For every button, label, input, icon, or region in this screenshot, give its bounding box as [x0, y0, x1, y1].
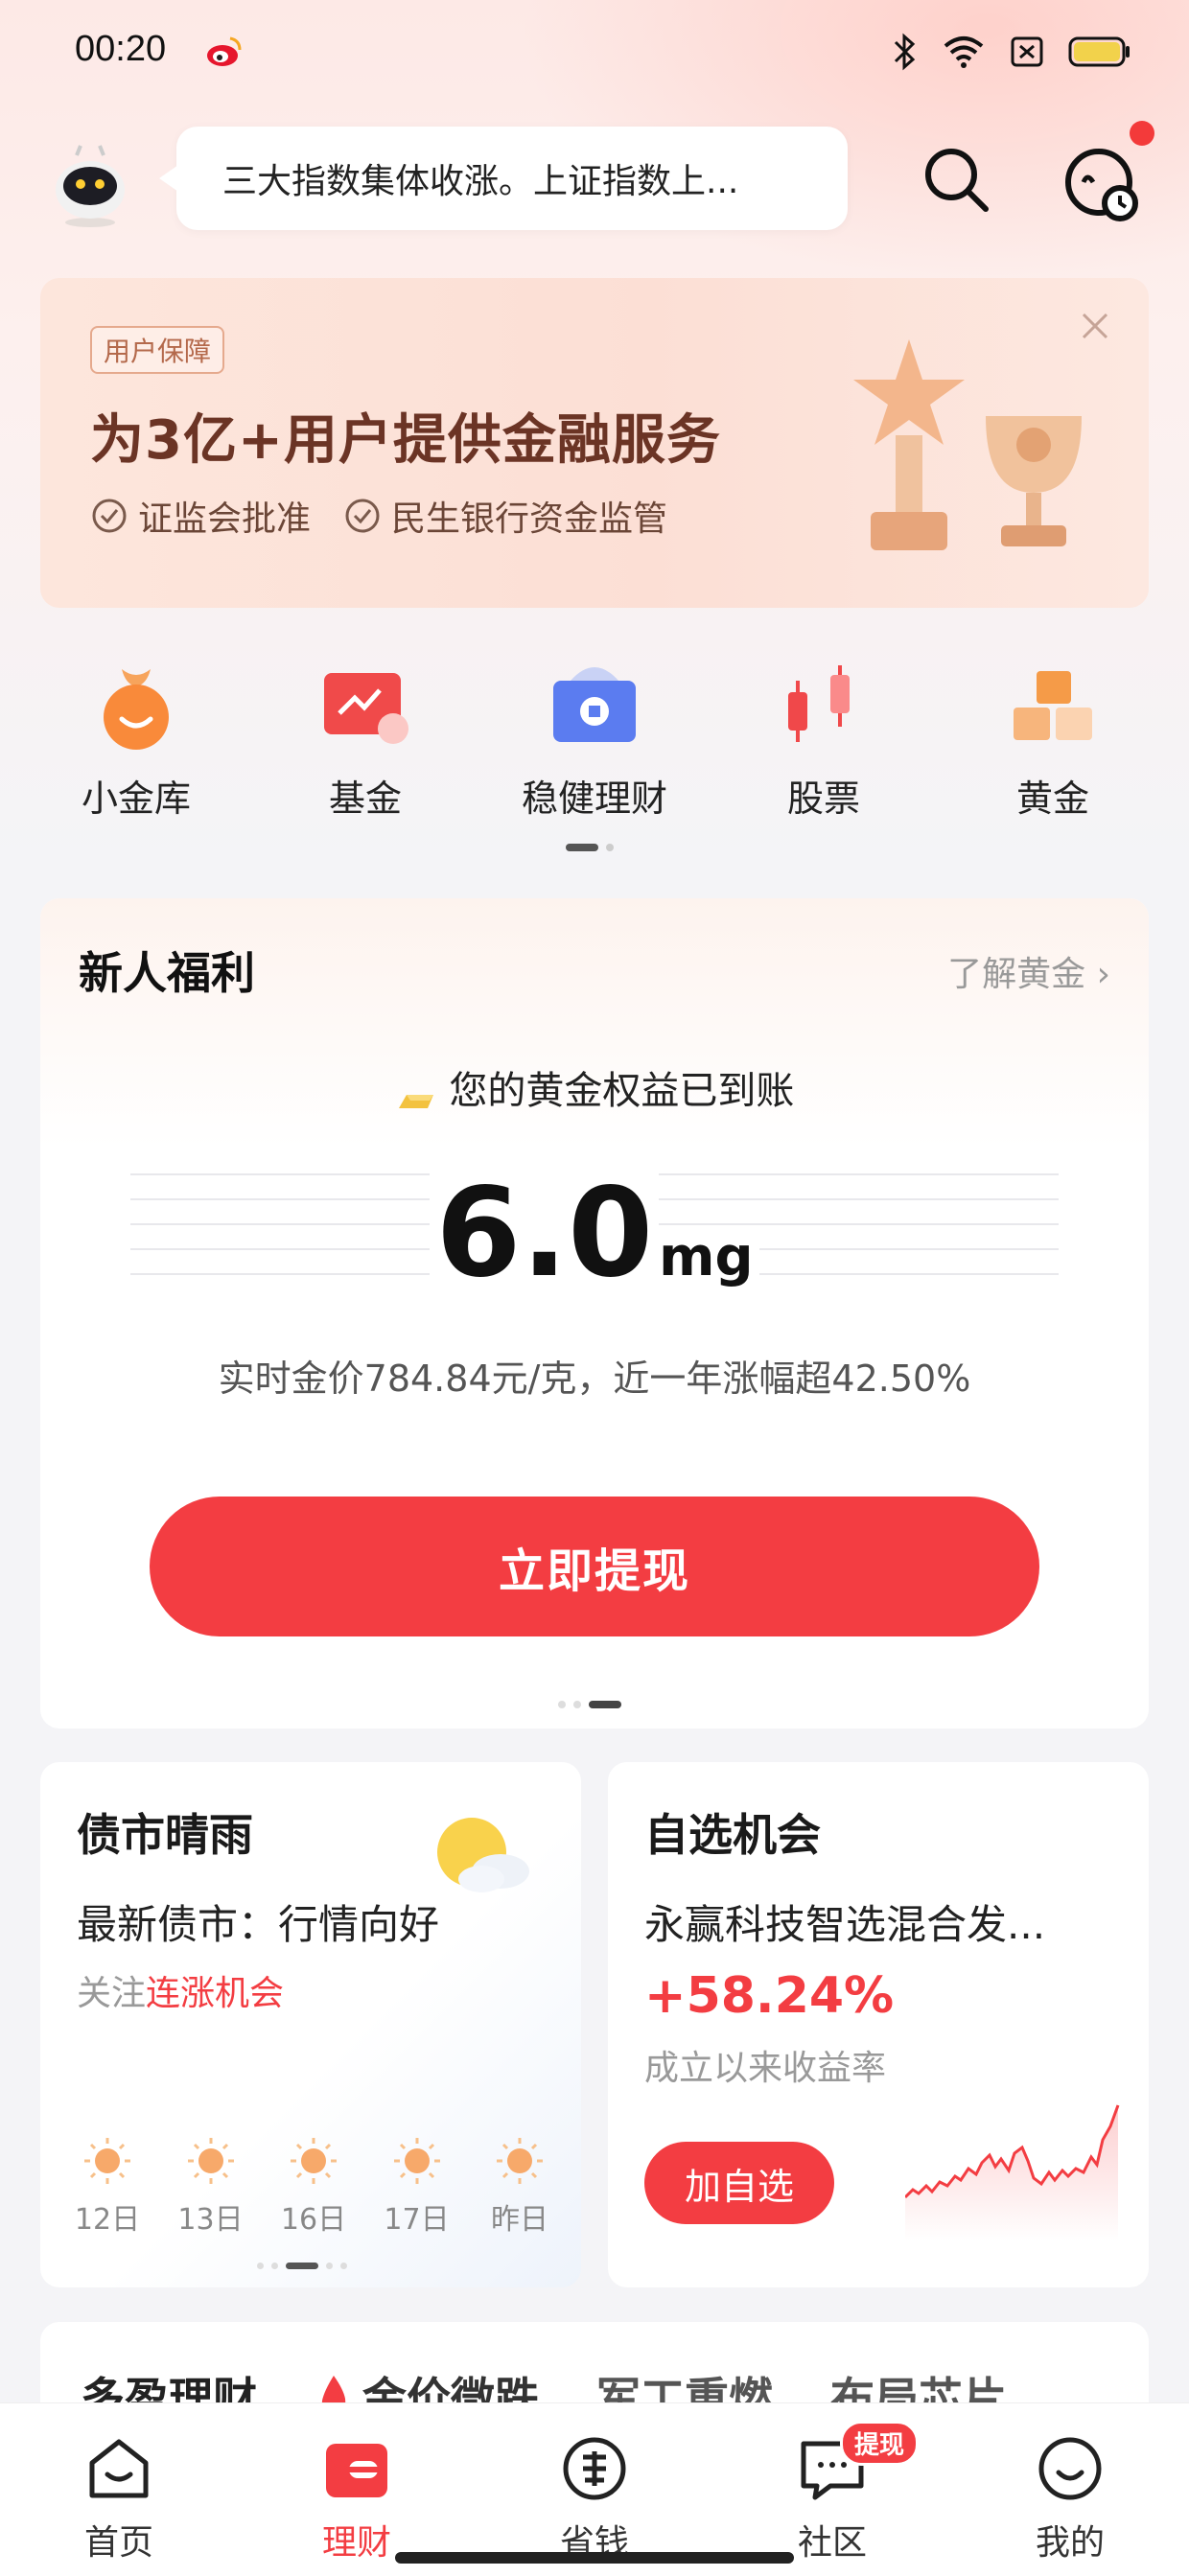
market-ticker-bubble[interactable]: 三大指数集体收涨。上证指数上...	[159, 127, 848, 230]
sun-icon	[291, 2138, 337, 2184]
quick-item-vault[interactable]: 小金库	[40, 652, 232, 824]
gold-amount-unit: mg	[659, 1226, 759, 1288]
home-icon	[89, 2439, 149, 2498]
robot-assistant-icon[interactable]	[42, 134, 138, 230]
sim-off-icon	[1011, 36, 1043, 67]
wifi-icon	[944, 36, 984, 68]
tab-label: 我的	[1035, 2523, 1105, 2563]
fund-return-rate: +58.24%	[644, 1967, 895, 2025]
coupon-icon	[563, 2437, 626, 2500]
tab-label: 首页	[83, 2523, 153, 2563]
status-bar: 00:20	[0, 0, 1189, 105]
day-item: 12日	[69, 2132, 146, 2238]
quick-item-gold[interactable]: 黄金	[957, 652, 1149, 824]
sun-icon	[497, 2138, 543, 2184]
tab-mine[interactable]: 我的	[974, 2432, 1166, 2576]
quick-entries: 小金库 基金 稳健理财 股票 黄金	[40, 652, 1149, 824]
home-indicator[interactable]	[395, 2552, 794, 2564]
fund-return-label: 成立以来收益率	[644, 2049, 887, 2088]
profile-icon	[1038, 2437, 1102, 2500]
bond-title: 债市晴雨	[77, 1809, 253, 1861]
bottom-tab-bar: 首页 理财 省钱 社区 提现 我的	[0, 2402, 1189, 2576]
quick-item-fund[interactable]: 基金	[269, 652, 461, 824]
sun-icon	[393, 2138, 440, 2184]
badge-label: 证监会批准	[138, 499, 312, 539]
check-circle-icon	[345, 499, 380, 533]
quick-label: 股票	[786, 777, 860, 820]
trophy-icon	[853, 339, 1082, 550]
banner-title: 为3亿+用户提供金融服务	[90, 409, 721, 472]
quick-item-stable[interactable]: 稳健理财	[499, 652, 690, 824]
card-title: 新人福利	[79, 947, 255, 999]
gold-amount-value: 6.0	[430, 1162, 660, 1305]
day-item: 16日	[275, 2132, 352, 2238]
battery-icon	[1068, 36, 1130, 67]
badge-csrc: 证监会批准	[90, 491, 311, 541]
shield-wallet-icon	[553, 667, 636, 742]
status-time: 00:20	[75, 29, 167, 69]
day-item: 13日	[173, 2132, 249, 2238]
sun-icon	[187, 2138, 234, 2184]
quick-item-stock[interactable]: 股票	[728, 652, 920, 824]
fund-chart-icon	[324, 673, 408, 744]
bluetooth-icon	[894, 33, 916, 71]
message-icon[interactable]	[1061, 140, 1147, 226]
fund-name: 永赢科技智选混合发...	[644, 1901, 1046, 1948]
status-icons	[890, 33, 1131, 71]
bond-status: 最新债市：行情向好	[77, 1901, 440, 1948]
candlestick-icon	[788, 665, 850, 742]
gold-bar-icon	[395, 1079, 437, 1108]
quick-label: 小金库	[81, 777, 191, 820]
new-user-card[interactable]: 新人福利 了解黄金 › 您的黄金权益已到账 6.0 mg 实时金价784.84元/…	[40, 898, 1149, 1729]
bond-tip: 关注连涨机会	[77, 1974, 285, 2013]
withdraw-button[interactable]: 立即提现	[150, 1497, 1039, 1636]
badge-bank: 民生银行资金监管	[343, 491, 667, 541]
day-item: 昨日	[481, 2132, 558, 2238]
learn-gold-link[interactable]: 了解黄金 ›	[947, 946, 1110, 996]
tab-home[interactable]: 首页	[23, 2432, 215, 2576]
quick-page-indicator	[566, 844, 614, 851]
wallet-icon	[326, 2444, 387, 2497]
bond-market-card[interactable]: 债市晴雨 最新债市：行情向好 关注连涨机会 12日 13日 16日 17日 昨日	[40, 1762, 581, 2287]
gold-bars-icon	[1014, 671, 1092, 740]
piggy-bag-icon	[104, 669, 169, 750]
check-circle-icon	[92, 499, 127, 533]
sun-icon	[84, 2138, 130, 2184]
quick-label: 稳健理财	[521, 777, 667, 820]
gold-price-text: 实时金价784.84元/克，近一年涨幅超42.50%	[218, 1358, 971, 1400]
gold-amount: 6.0 mg	[40, 1162, 1149, 1305]
notification-dot	[1130, 121, 1154, 146]
ticker-text: 三大指数集体收涨。上证指数上...	[222, 162, 739, 201]
fund-sparkline	[905, 2104, 1120, 2241]
day-item: 17日	[379, 2132, 455, 2238]
banner-badges: 证监会批准 民生银行资金监管	[90, 491, 667, 541]
bond-days: 12日 13日 16日 17日 昨日	[69, 2132, 558, 2238]
weibo-icon	[207, 36, 242, 66]
banner-tag: 用户保障	[90, 326, 225, 374]
quick-label: 基金	[328, 777, 402, 820]
search-icon[interactable]	[919, 142, 995, 219]
card-page-indicator	[558, 1701, 621, 1708]
pick-title: 自选机会	[644, 1809, 821, 1861]
watchlist-card[interactable]: 自选机会 永赢科技智选混合发... +58.24% 成立以来收益率 加自选	[608, 1762, 1149, 2287]
tab-label: 社区	[797, 2523, 867, 2563]
quick-label: 黄金	[1015, 777, 1089, 820]
badge-label: 民生银行资金监管	[391, 499, 668, 539]
tab-label: 理财	[321, 2523, 391, 2563]
community-badge: 提现	[840, 2421, 920, 2466]
gold-subtitle: 您的黄金权益已到账	[40, 1059, 1149, 1115]
trust-banner[interactable]: 用户保障 为3亿+用户提供金融服务 证监会批准 民生银行资金监管	[40, 278, 1149, 608]
bond-page-indicator	[257, 2263, 347, 2269]
close-icon[interactable]	[1076, 307, 1114, 345]
add-watchlist-button[interactable]: 加自选	[644, 2142, 834, 2224]
